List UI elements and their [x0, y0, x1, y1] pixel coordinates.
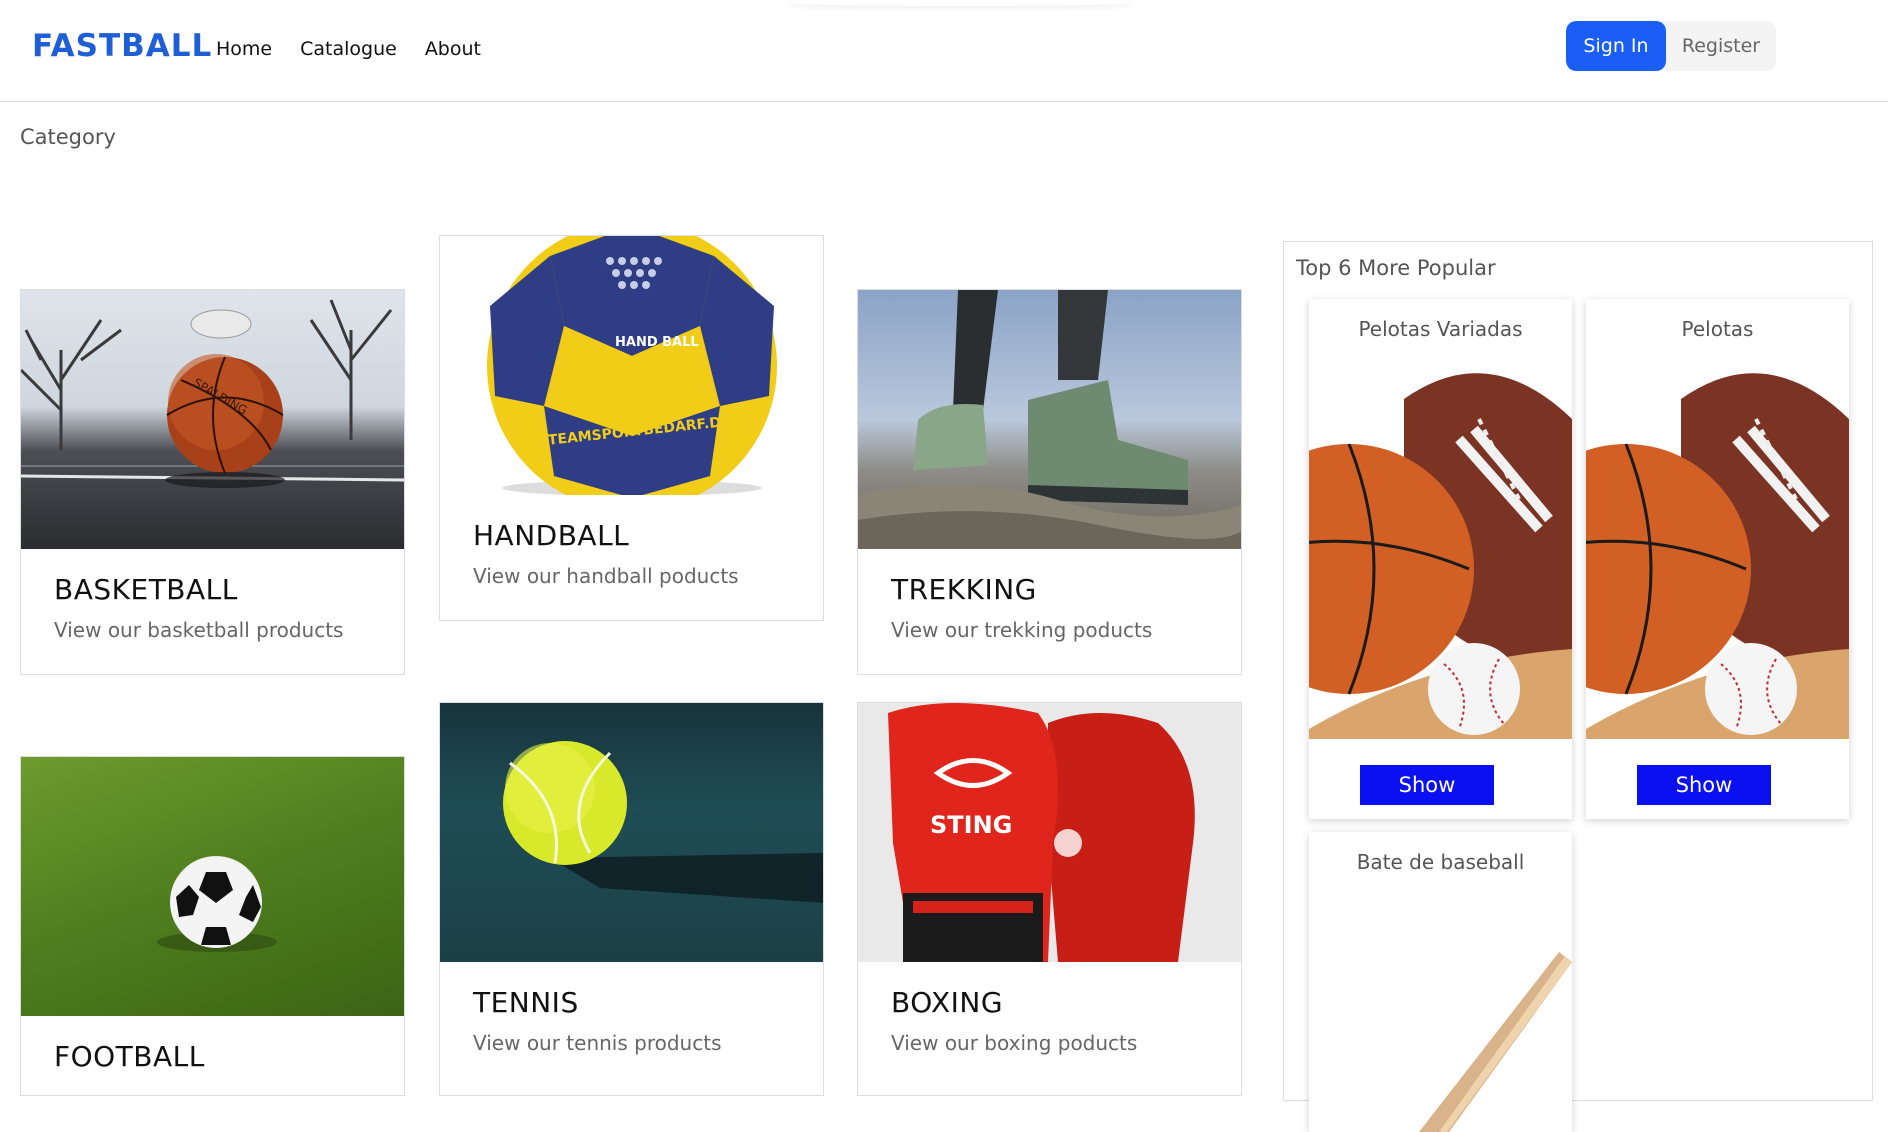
product-name: Bate de baseball	[1356, 850, 1525, 874]
product-name: Pelotas Variadas	[1358, 317, 1523, 341]
category-description: View our handball poducts	[473, 564, 739, 588]
category-card-football[interactable]: FOOTBALL	[20, 756, 405, 1096]
category-title: BOXING	[891, 986, 1004, 1019]
nav-about-link[interactable]: About	[425, 38, 481, 60]
nav-catalogue-link[interactable]: Catalogue	[300, 38, 397, 60]
category-description: View our boxing poducts	[891, 1031, 1138, 1055]
register-button[interactable]: Register	[1666, 21, 1776, 71]
sign-in-button[interactable]: Sign In	[1566, 21, 1666, 71]
trekking-image	[858, 290, 1241, 549]
category-title: BASKETBALL	[54, 573, 238, 606]
category-description: View our basketball products	[54, 618, 344, 642]
category-card-boxing[interactable]: STING BOXING View our boxing poducts	[857, 702, 1242, 1096]
category-heading: Category	[20, 125, 116, 149]
product-image	[1586, 359, 1849, 739]
handball-text: HAND BALL	[615, 335, 699, 350]
popular-sidebar: Top 6 More Popular Pelotas Variadas Show…	[1283, 241, 1873, 1132]
logo[interactable]: FASTBALL	[32, 28, 212, 64]
auth-buttons: Sign In Register	[1566, 21, 1776, 71]
tennis-image	[440, 703, 823, 962]
show-button[interactable]: Show	[1637, 765, 1771, 805]
category-card-tennis[interactable]: TENNIS View our tennis products	[439, 702, 824, 1096]
popular-product-card[interactable]: Pelotas Variadas Show	[1309, 299, 1572, 819]
popular-product-card[interactable]: Pelotas Show	[1586, 299, 1849, 819]
boxing-image: STING	[858, 703, 1241, 962]
category-title: TENNIS	[473, 986, 579, 1019]
show-button[interactable]: Show	[1360, 765, 1494, 805]
category-description: View our tennis products	[473, 1031, 722, 1055]
category-title: TREKKING	[891, 573, 1037, 606]
product-name: Pelotas	[1681, 317, 1754, 341]
top-navbar: FASTBALL Home Catalogue About Sign In Re…	[0, 0, 1888, 102]
popular-product-card[interactable]: Bate de baseball	[1309, 832, 1572, 1132]
boxing-brand: STING	[930, 811, 1012, 839]
nav-home-link[interactable]: Home	[216, 38, 272, 60]
handball-image: HAND BALL TEAMSPORTBEDARF.DE	[440, 236, 823, 495]
top-decoration	[790, 0, 1130, 6]
category-card-trekking[interactable]: TREKKING View our trekking poducts	[857, 289, 1242, 675]
category-title: HANDBALL	[473, 519, 630, 552]
sidebar-title: Top 6 More Popular	[1296, 256, 1496, 280]
category-card-basketball[interactable]: SPALDING BASKETBALL View our basketball …	[20, 289, 405, 675]
category-title: FOOTBALL	[54, 1040, 205, 1073]
main-nav: Home Catalogue About	[216, 38, 481, 60]
category-card-handball[interactable]: HAND BALL TEAMSPORTBEDARF.DE HANDBALL Vi…	[439, 235, 824, 621]
product-image	[1309, 892, 1572, 1132]
basketball-image: SPALDING	[21, 290, 404, 549]
football-image	[21, 757, 404, 1016]
category-description: View our trekking poducts	[891, 618, 1153, 642]
product-image	[1309, 359, 1572, 739]
